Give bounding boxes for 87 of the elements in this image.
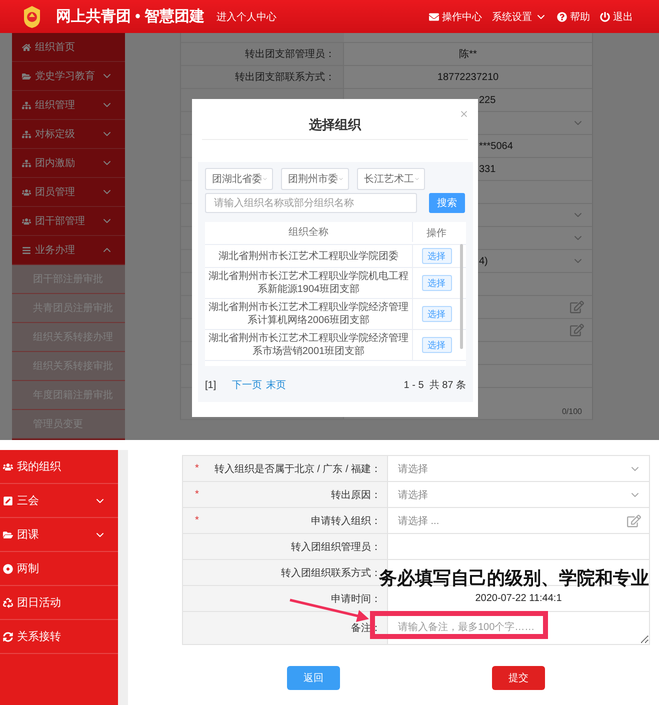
people-icon <box>3 462 13 472</box>
hierarchy-icon <box>22 158 31 168</box>
header-menu-item[interactable]: 系统设置 <box>492 10 547 24</box>
header-menu-item[interactable]: 操作中心 <box>429 10 482 24</box>
sidebar-item[interactable]: 团日活动 <box>0 586 118 620</box>
sidebar-item[interactable]: 我的组织 <box>0 450 118 484</box>
page-summary: 1 - 5 共 87 条 <box>404 378 466 392</box>
character-counter: 0/100 <box>562 407 582 416</box>
select-field[interactable]: 请选择 <box>388 456 649 481</box>
page-link[interactable]: 下一页 <box>232 378 262 392</box>
field-label: 申请转入组织： <box>311 514 381 528</box>
edit-icon[interactable] <box>570 323 584 337</box>
folder-icon <box>3 530 13 540</box>
home-icon <box>22 42 31 52</box>
field-value: 225 <box>479 94 496 106</box>
table-cell: 湖北省荆州市长江艺术工程职业学院经济管理系计算机网络2006班团支部 <box>205 299 413 329</box>
field-value: 18772237210 <box>437 72 499 82</box>
annotation-text: 务必填写自己的级别、学院和专业 <box>379 567 649 590</box>
select-button[interactable]: 选择 <box>422 248 452 264</box>
required-mark: * <box>195 489 199 500</box>
back-button[interactable]: 返回 <box>287 666 340 690</box>
select-field[interactable]: 团荆州市委 <box>281 168 349 190</box>
hierarchy-icon <box>22 130 31 138</box>
required-mark: * <box>195 463 199 474</box>
help-icon <box>557 12 567 22</box>
field-value: ***5064 <box>479 140 513 152</box>
field-label: 申请时间： <box>331 592 381 606</box>
select-field[interactable]: 长江艺术工 <box>357 168 425 190</box>
sidebar-item[interactable]: 关系接转 <box>0 620 118 654</box>
recycle-icon <box>3 598 13 608</box>
field-label: 转出团支部联系方式： <box>235 70 335 84</box>
people-icon <box>22 216 31 226</box>
field-label: 转出原因： <box>331 488 381 502</box>
people-icon <box>22 188 31 196</box>
select-field[interactable]: 请选择 <box>388 482 649 507</box>
target-icon <box>3 564 13 574</box>
envelope-icon <box>429 12 439 22</box>
edit-icon[interactable] <box>570 300 584 314</box>
sidebar-item[interactable]: 团员管理 <box>12 178 125 207</box>
folder-icon <box>22 72 31 80</box>
submit-button[interactable]: 提交 <box>492 666 545 690</box>
scrollbar-thumb[interactable] <box>460 244 463 349</box>
select-button[interactable]: 选择 <box>422 306 452 322</box>
field-value: 331 <box>479 164 496 174</box>
power-icon <box>600 12 610 22</box>
sidebar-item[interactable]: 团内激励 <box>12 149 125 178</box>
dialog-title: 选择组织 <box>309 116 361 134</box>
column-header: 操作 <box>426 227 448 241</box>
field-label: 转出团支部管理员： <box>245 48 335 61</box>
select-field[interactable]: 团湖北省委 <box>205 168 273 190</box>
menu-icon <box>22 246 31 254</box>
sidebar-item[interactable]: 党史学习教育 <box>12 62 125 91</box>
select-button[interactable]: 选择 <box>422 337 452 353</box>
search-field[interactable]: 请输入组织名称或部分组织名称 <box>205 193 417 213</box>
header-menu-item[interactable]: 帮助 <box>557 10 590 24</box>
picker-field[interactable]: 请选择 ... <box>388 508 649 533</box>
personal-center-link[interactable]: 进入个人中心 <box>216 10 277 24</box>
table-cell: 湖北省荆州市长江艺术工程职业学院经济管理系市场营销2001班团支部 <box>205 330 413 360</box>
table-cell: 湖北省荆州市长江艺术工程职业学院团委 <box>205 245 413 267</box>
sidebar-item[interactable]: 组织管理 <box>12 91 125 120</box>
column-header: 组织全称 <box>205 222 413 242</box>
sidebar-item[interactable]: 组织首页 <box>12 33 125 62</box>
select-button[interactable]: 选择 <box>422 275 452 291</box>
field-value: 2020-07-22 11:44:1 <box>475 593 562 604</box>
hierarchy-icon <box>22 100 31 110</box>
sidebar-item[interactable]: 团干部管理 <box>12 207 125 236</box>
edit-icon <box>3 496 13 506</box>
field-label: 转入团组织管理员： <box>291 540 381 554</box>
required-mark: * <box>195 515 199 526</box>
header-menu-item[interactable]: 退出 <box>600 10 633 24</box>
field-label: 转入组织是否属于北京 / 广东 / 福建： <box>214 462 381 476</box>
field-value: 陈** <box>459 48 477 61</box>
sidebar-item[interactable]: 团课 <box>0 518 118 552</box>
refresh-icon <box>3 632 13 642</box>
edit-icon[interactable] <box>627 514 641 528</box>
page-link[interactable]: 末页 <box>266 378 286 392</box>
site-title: 网上共青团 • 智慧团建 <box>56 7 205 26</box>
search-button[interactable]: 搜索 <box>429 193 465 213</box>
sidebar-item[interactable]: 对标定级 <box>12 120 125 149</box>
field-value: 4) <box>479 256 488 266</box>
sidebar-item[interactable]: 三会 <box>0 484 118 518</box>
logo-icon <box>22 4 42 28</box>
sidebar-item[interactable]: 两制 <box>0 552 118 586</box>
field-label: 备注： <box>351 622 381 635</box>
close-button[interactable] <box>459 109 469 119</box>
table-cell: 湖北省荆州市长江艺术工程职业学院机电工程系新能源1904班团支部 <box>205 268 413 298</box>
current-page: [1] <box>205 380 216 390</box>
